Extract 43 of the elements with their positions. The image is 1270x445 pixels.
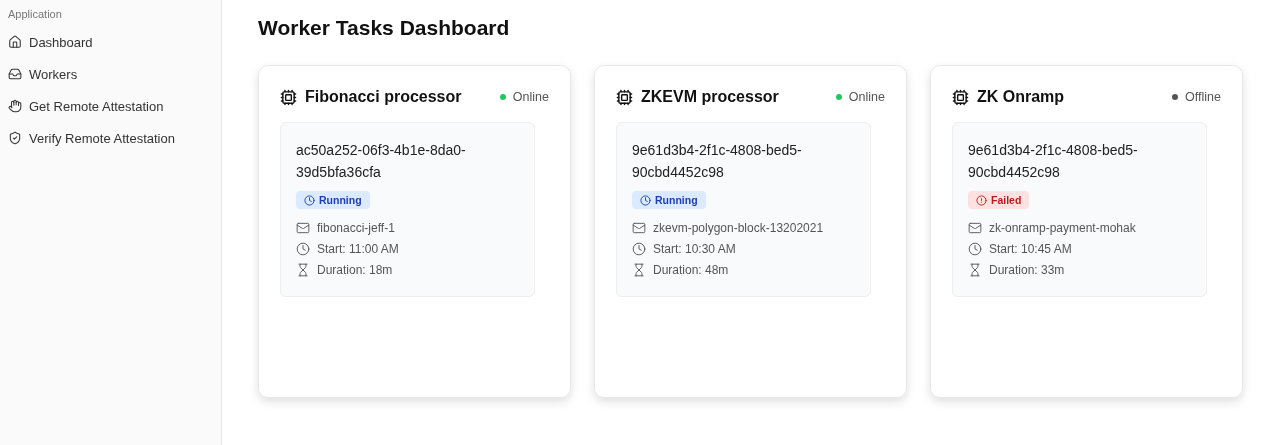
hourglass-icon: [632, 262, 646, 277]
task-id: 9e61d3b4-2f1c-4808-bed5-90cbd4452c98: [968, 141, 1139, 182]
hourglass-icon: [296, 262, 310, 277]
task-job: zk-onramp-payment-mohak: [989, 220, 1136, 235]
clock-icon: [968, 241, 982, 256]
task-id: ac50a252-06f3-4b1e-8da0-39d5bfa36cfa: [296, 141, 467, 182]
task-id: 9e61d3b4-2f1c-4808-bed5-90cbd4452c98: [632, 141, 803, 182]
status-label: Offline: [1185, 90, 1221, 104]
chip-icon: [616, 88, 633, 106]
worker-name: Fibonacci processor: [305, 88, 462, 106]
task-start: Start: 11:00 AM: [317, 241, 399, 256]
clock-icon: [296, 241, 310, 256]
sidebar-item[interactable]: Get Remote Attestation: [0, 90, 221, 122]
task-start: Start: 10:45 AM: [989, 241, 1072, 256]
task-start: Start: 10:30 AM: [653, 241, 736, 256]
task-state-badge: Running: [296, 191, 370, 209]
hourglass-icon: [968, 262, 982, 277]
worker-name: ZK Onramp: [977, 88, 1065, 106]
task-duration: Duration: 48m: [653, 262, 729, 277]
chip-icon: [280, 88, 297, 106]
clock-icon: [632, 241, 646, 256]
task-job: fibonacci-jeff-1: [317, 220, 395, 235]
mail-icon: [632, 220, 646, 235]
hand-icon: [8, 99, 22, 113]
sidebar-group-label: Application: [7, 8, 63, 20]
task-state-badge: Failed: [968, 191, 1030, 209]
task-state-badge: Running: [632, 191, 706, 209]
task-job: zkevm-polygon-block-13202021: [653, 220, 824, 235]
sidebar-item[interactable]: Verify Remote Attestation: [0, 122, 221, 154]
page-title: Worker Tasks Dashboard: [258, 16, 511, 40]
sidebar-item[interactable]: Workers: [0, 58, 221, 90]
shield-icon: [8, 131, 22, 145]
inbox-icon: [8, 67, 22, 81]
mail-icon: [296, 220, 310, 235]
chip-icon: [952, 88, 969, 106]
mail-icon: [968, 220, 982, 235]
status-label: Online: [848, 90, 885, 104]
task-duration: Duration: 18m: [317, 262, 393, 277]
sidebar-item[interactable]: Dashboard: [0, 26, 221, 58]
home-icon: [8, 35, 22, 49]
status-label: Online: [512, 90, 549, 104]
task-duration: Duration: 33m: [989, 262, 1065, 277]
worker-name: ZKEVM processor: [641, 88, 779, 106]
